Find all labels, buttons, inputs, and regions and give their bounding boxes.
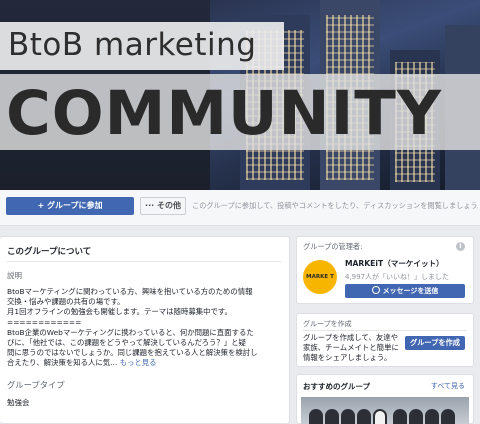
description-line: 交換・悩みや課題の共有の場です。	[7, 297, 125, 307]
suggested-group-image[interactable]	[301, 397, 469, 424]
description-line: 合えたり、解決策を知る人に気...	[7, 358, 118, 368]
info-icon[interactable]: i	[456, 242, 465, 251]
cover-photo: BtoB marketing COMMUNITY	[0, 0, 480, 190]
see-all-link[interactable]: すべて見る	[431, 381, 465, 391]
join-hint-text: このグループに参加して、投稿やコメントをしたり、ディスカッションを閲覧しましょう…	[192, 201, 478, 210]
admin-heading: グループの管理者:	[303, 242, 363, 251]
about-group-card: このグループについて 説明 BtoBマーケティングに関わっている方、興味を抱いて…	[0, 236, 290, 424]
about-title: このグループについて	[7, 247, 92, 257]
admin-likes-count: 4,997人が「いいね！」しました	[345, 273, 450, 281]
create-group-card: グループを作成 グループを作成して、友達や家族、チームメイトと簡単に情報をシェア…	[296, 313, 474, 367]
cover-title-bottom: COMMUNITY	[0, 74, 480, 150]
group-admin-card: グループの管理者: i MARKE T MARKEiT（マーケイット） 4,99…	[296, 236, 474, 304]
divider	[7, 261, 281, 262]
messenger-icon	[371, 286, 380, 294]
group-type-value: 勉強会	[7, 398, 30, 407]
description-line-last: 合えたり、解決策を知る人に気... もっと見る	[7, 358, 285, 368]
cover-title-line1: BtoB marketing	[8, 27, 257, 63]
description-line: びに、「他社では、この課題をどうやって解決しているんだろう？」と疑	[7, 338, 246, 348]
suggested-groups-heading: おすすめのグループ	[303, 382, 371, 391]
join-group-button[interactable]: + グループに参加	[6, 197, 134, 215]
create-group-heading: グループを作成	[303, 320, 352, 328]
create-group-text: グループを作成して、友達や家族、チームメイトと簡単に情報をシェアしましょう。	[303, 333, 399, 363]
group-description: BtoBマーケティングに関わっている方、興味を抱いている方のための情報 交換・悩…	[7, 287, 285, 369]
description-label: 説明	[7, 271, 22, 280]
description-line: ============	[7, 317, 82, 327]
group-type-label: グループタイプ	[7, 380, 65, 390]
admin-name-link[interactable]: MARKEiT（マーケイット）	[345, 258, 444, 269]
send-message-label: メッセージを送信	[382, 287, 439, 295]
divider	[303, 330, 467, 331]
description-line: 月1回オフラインの勉強会も開催します。テーマは随時募集中です。	[7, 307, 232, 317]
create-group-button[interactable]: グループを作成	[405, 336, 465, 350]
cover-title-line2: COMMUNITY	[6, 78, 443, 149]
more-options-button[interactable]: ··· その他	[140, 197, 186, 215]
suggested-groups-card: おすすめのグループ すべて見る	[296, 374, 474, 424]
description-line: BtoB企業のWebマーケティングに携わっていると、何か問題に直面するた	[7, 327, 254, 337]
send-message-button[interactable]: メッセージを送信	[345, 284, 465, 298]
description-line: 問に思うのではないでしょうか。同じ課題を抱えている人と解決策を検討し	[7, 348, 258, 358]
group-action-bar: + グループに参加 ··· その他 このグループに参加して、投稿やコメントをした…	[0, 190, 480, 226]
see-more-link[interactable]: もっと見る	[120, 358, 157, 367]
admin-avatar[interactable]: MARKE T	[303, 260, 337, 294]
cover-title-top: BtoB marketing	[0, 22, 284, 70]
description-line: BtoBマーケティングに関わっている方、興味を抱いている方のための情報	[7, 287, 253, 296]
